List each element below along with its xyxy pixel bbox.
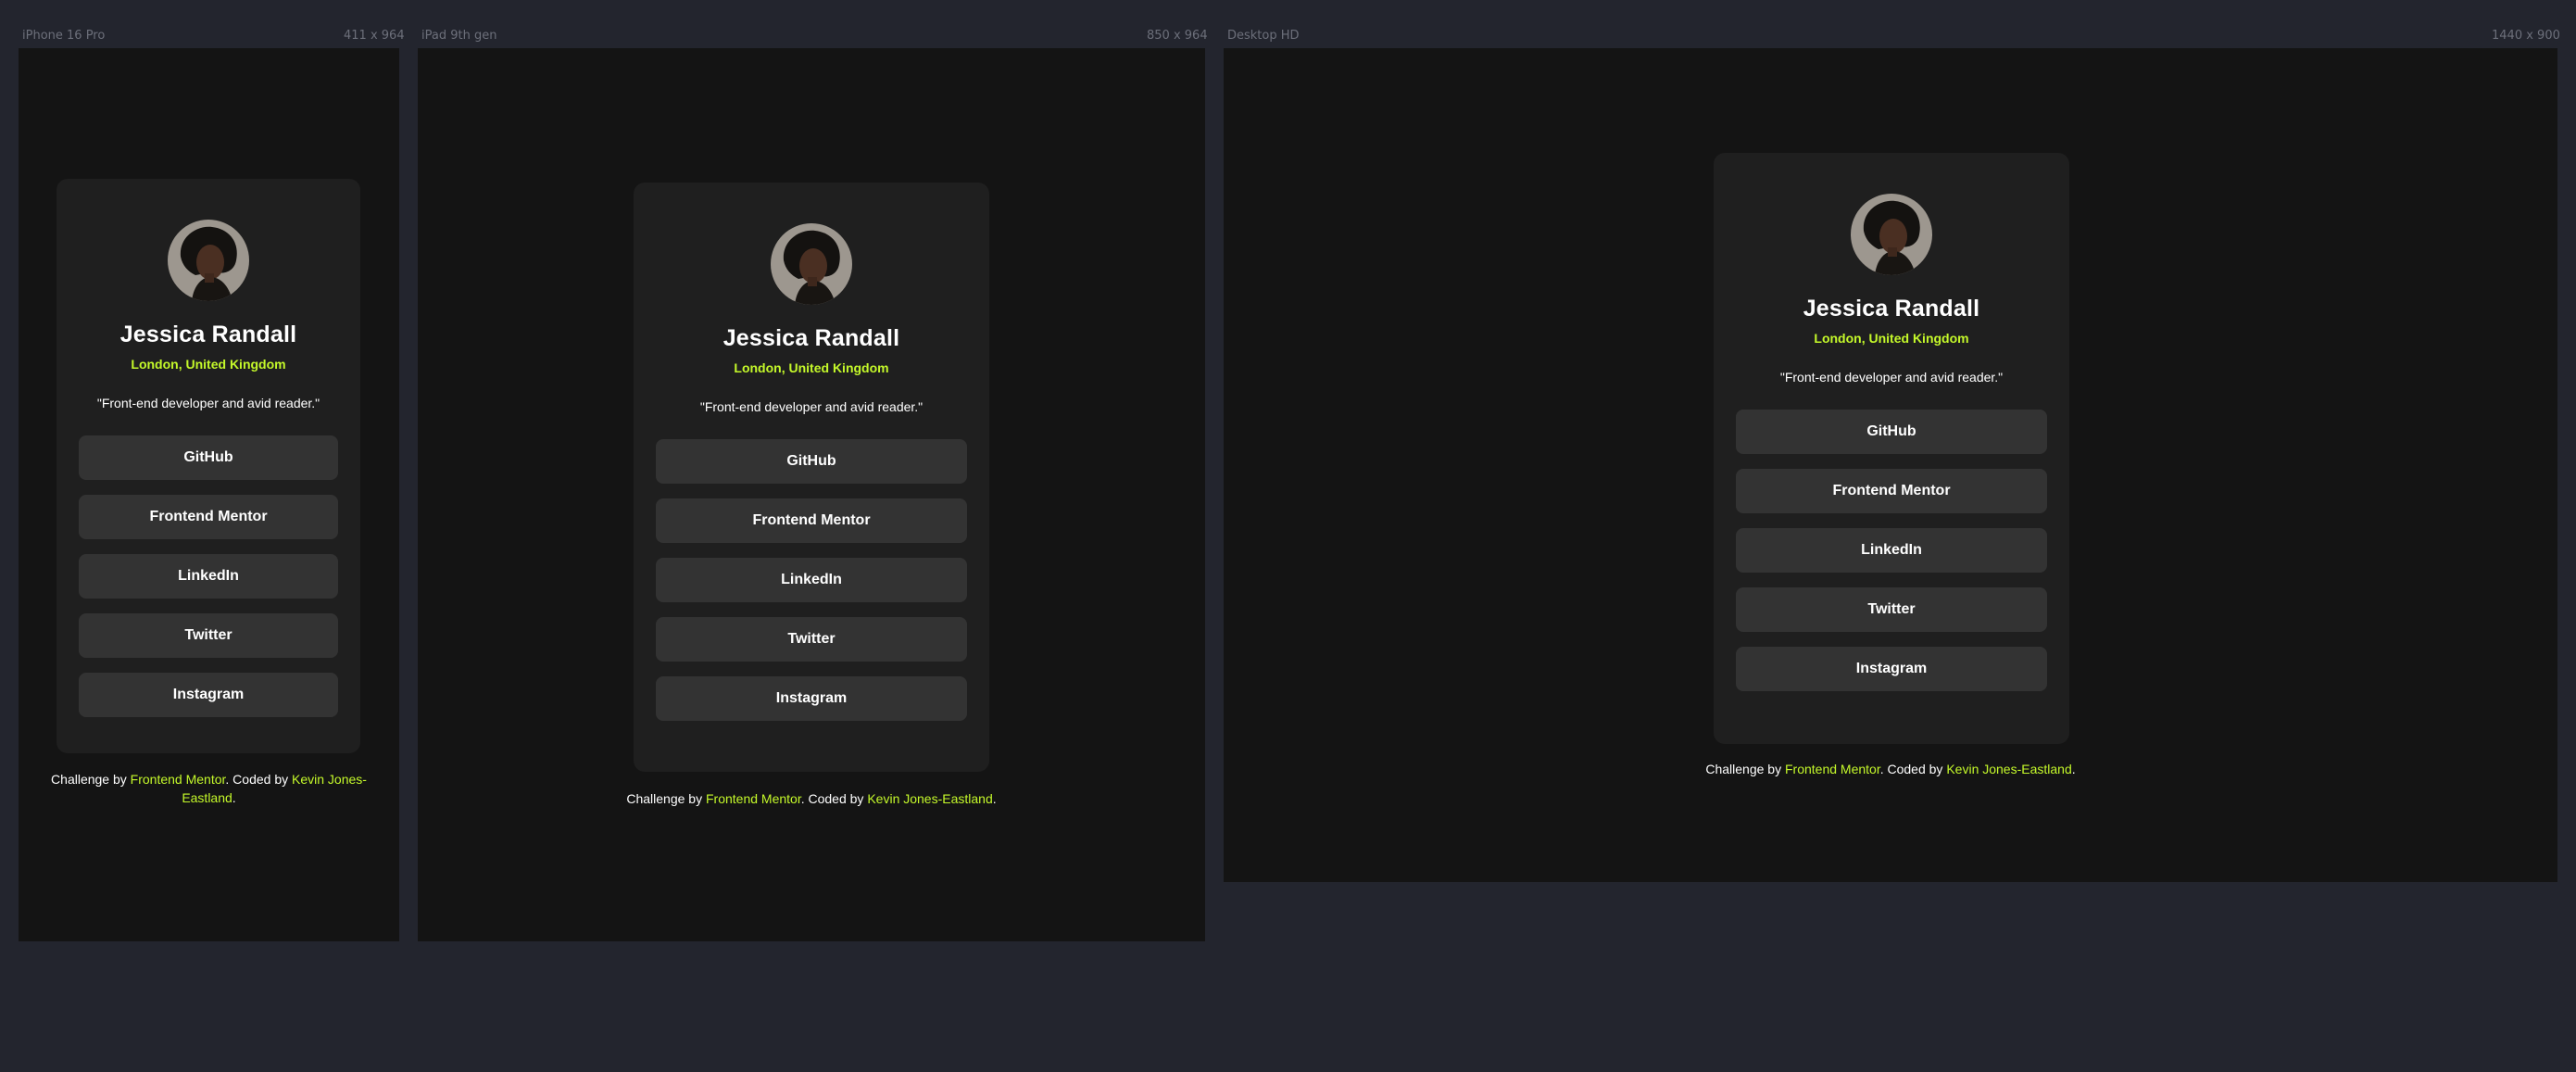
iphone-frame: Jessica Randall London, United Kingdom "…	[19, 48, 399, 941]
attribution-prefix: Challenge by	[1705, 762, 1785, 776]
profile-bio: "Front-end developer and avid reader."	[1779, 370, 2004, 385]
attribution-middle: . Coded by	[800, 791, 868, 806]
github-link-button[interactable]: GitHub	[656, 439, 967, 484]
profile-card: Jessica Randall London, United Kingdom "…	[57, 179, 360, 753]
twitter-link-button[interactable]: Twitter	[656, 617, 967, 662]
profile-bio: "Front-end developer and avid reader."	[96, 396, 320, 410]
avatar-photo-icon	[1851, 194, 1932, 275]
frame-label-iphone: iPhone 16 Pro	[22, 29, 106, 43]
profile-name: Jessica Randall	[1803, 296, 1980, 322]
profile-name: Jessica Randall	[723, 325, 900, 351]
challenge-link[interactable]: Frontend Mentor	[1785, 762, 1880, 776]
links-list: GitHub Frontend Mentor LinkedIn Twitter …	[1736, 410, 2047, 691]
attribution: Challenge by Frontend Mentor. Coded by K…	[37, 770, 381, 807]
attribution: Challenge by Frontend Mentor. Coded by K…	[418, 789, 1205, 808]
ipad-frame: Jessica Randall London, United Kingdom "…	[418, 48, 1205, 941]
attribution-suffix: .	[992, 791, 997, 806]
attribution-prefix: Challenge by	[51, 772, 131, 787]
instagram-link-button[interactable]: Instagram	[1736, 647, 2047, 691]
coder-link[interactable]: Kevin Jones-Eastland	[1946, 762, 2071, 776]
attribution-middle: . Coded by	[1879, 762, 1947, 776]
frontend-mentor-link-button[interactable]: Frontend Mentor	[1736, 469, 2047, 513]
avatar	[771, 223, 852, 305]
avatar	[168, 220, 249, 301]
linkedin-link-button[interactable]: LinkedIn	[1736, 528, 2047, 573]
attribution-middle: . Coded by	[225, 772, 293, 787]
links-list: GitHub Frontend Mentor LinkedIn Twitter …	[79, 435, 338, 717]
profile-location: London, United Kingdom	[734, 360, 889, 375]
frame-label-ipad: iPad 9th gen	[421, 29, 497, 43]
github-link-button[interactable]: GitHub	[79, 435, 338, 480]
instagram-link-button[interactable]: Instagram	[656, 676, 967, 721]
attribution-prefix: Challenge by	[626, 791, 706, 806]
frame-size-iphone: 411 x 964	[344, 29, 405, 43]
frame-size-ipad: 850 x 964	[1147, 29, 1208, 43]
avatar-photo-icon	[771, 223, 852, 305]
attribution: Challenge by Frontend Mentor. Coded by K…	[1224, 760, 2557, 778]
desktop-frame: Jessica Randall London, United Kingdom "…	[1224, 48, 2557, 882]
attribution-suffix: .	[2071, 762, 2076, 776]
frontend-mentor-link-button[interactable]: Frontend Mentor	[656, 498, 967, 543]
profile-name: Jessica Randall	[119, 322, 297, 347]
challenge-link[interactable]: Frontend Mentor	[706, 791, 801, 806]
instagram-link-button[interactable]: Instagram	[79, 673, 338, 717]
linkedin-link-button[interactable]: LinkedIn	[656, 558, 967, 602]
profile-card: Jessica Randall London, United Kingdom "…	[1714, 153, 2069, 744]
twitter-link-button[interactable]: Twitter	[79, 613, 338, 658]
frame-size-desktop: 1440 x 900	[2492, 29, 2560, 43]
challenge-link[interactable]: Frontend Mentor	[131, 772, 226, 787]
github-link-button[interactable]: GitHub	[1736, 410, 2047, 454]
twitter-link-button[interactable]: Twitter	[1736, 587, 2047, 632]
links-list: GitHub Frontend Mentor LinkedIn Twitter …	[656, 439, 967, 721]
avatar-photo-icon	[168, 220, 249, 301]
profile-card: Jessica Randall London, United Kingdom "…	[634, 183, 989, 772]
attribution-suffix: .	[232, 790, 236, 805]
profile-bio: "Front-end developer and avid reader."	[699, 399, 924, 414]
profile-location: London, United Kingdom	[1814, 331, 1969, 346]
linkedin-link-button[interactable]: LinkedIn	[79, 554, 338, 599]
coder-link[interactable]: Kevin Jones-Eastland	[867, 791, 992, 806]
profile-location: London, United Kingdom	[131, 357, 286, 372]
frame-label-desktop: Desktop HD	[1227, 29, 1300, 43]
frontend-mentor-link-button[interactable]: Frontend Mentor	[79, 495, 338, 539]
avatar	[1851, 194, 1932, 275]
